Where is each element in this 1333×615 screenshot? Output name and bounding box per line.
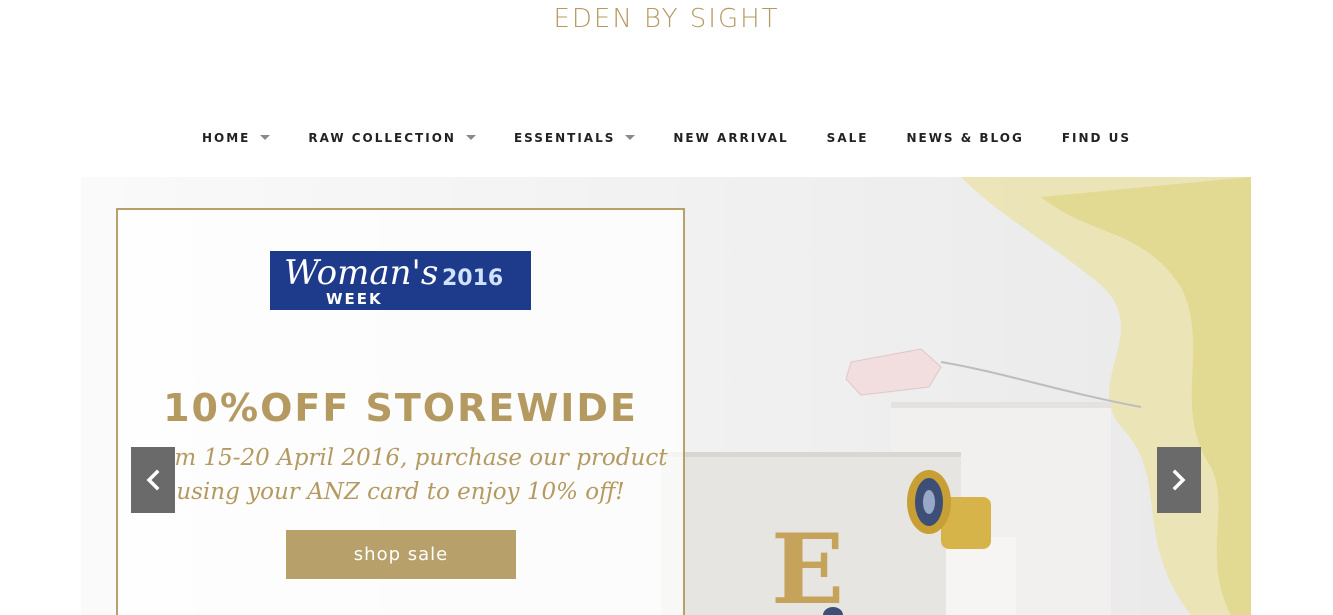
badge-script-text: Woman's	[284, 253, 439, 293]
caret-down-icon	[260, 134, 271, 140]
nav-item-label: HOME	[201, 131, 251, 145]
chevron-right-icon	[1172, 469, 1186, 491]
nav-item-label: FIND US	[1061, 131, 1132, 145]
nav-item-label: NEWS & BLOG	[906, 131, 1024, 145]
promo-description: From 15-20 April 2016, purchase our prod…	[118, 441, 683, 509]
slider-next-button[interactable]	[1157, 447, 1201, 513]
hero-slider: E Woman's WEEK 2016 10%OFF STOREWIDE Fro…	[81, 177, 1251, 615]
nav-item-find-us[interactable]: FIND US	[1062, 131, 1131, 145]
nav-item-label: NEW ARRIVAL	[673, 131, 789, 145]
shop-sale-button[interactable]: shop sale	[286, 530, 516, 579]
nav-item-label: ESSENTIALS	[513, 131, 616, 145]
promo-headline: 10%OFF STOREWIDE	[163, 386, 638, 430]
badge-year-text: 2016	[442, 266, 504, 291]
slider-prev-button[interactable]	[131, 447, 175, 513]
caret-down-icon	[625, 134, 636, 140]
hero-watermark-letter: E	[771, 513, 845, 615]
nav-item-essentials[interactable]: ESSENTIALS	[513, 131, 636, 145]
chevron-left-icon	[146, 469, 160, 491]
promo-description-line: From 15-20 April 2016, purchase our prod…	[133, 445, 668, 471]
womans-week-badge: Woman's WEEK 2016	[270, 251, 531, 310]
site-logo[interactable]: EDEN BY SIGHT	[0, 4, 1333, 34]
nav-item-label: SALE	[826, 131, 869, 145]
nav-item-sale[interactable]: SALE	[827, 131, 869, 145]
nav-item-raw-collection[interactable]: RAW COLLECTION	[308, 131, 476, 145]
nav-item-home[interactable]: HOME	[201, 131, 271, 145]
nav-item-label: RAW COLLECTION	[308, 131, 456, 145]
promo-description-line: using your ANZ card to enjoy 10% off!	[176, 479, 625, 505]
promo-panel: Woman's WEEK 2016 10%OFF STOREWIDE From …	[116, 208, 685, 615]
caret-down-icon	[465, 134, 476, 140]
main-navigation: HOME RAW COLLECTION ESSENTIALS NEW ARRIV…	[0, 128, 1333, 148]
nav-item-news-blog[interactable]: NEWS & BLOG	[906, 131, 1023, 145]
nav-item-new-arrival[interactable]: NEW ARRIVAL	[673, 131, 788, 145]
badge-week-text: WEEK	[326, 290, 383, 308]
